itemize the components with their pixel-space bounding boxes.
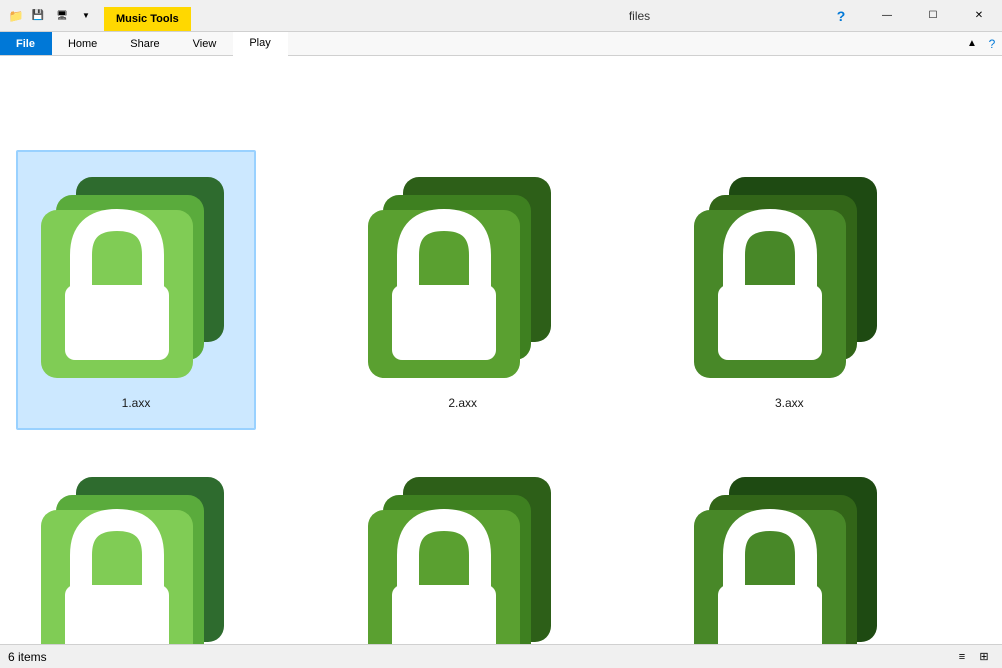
music-tools-tab[interactable]: Music Tools [104,7,191,31]
view-toggle: ≡ ⊞ [952,647,994,667]
tab-file[interactable]: File [0,32,52,55]
tab-home[interactable]: Home [52,32,114,55]
list-item[interactable]: 6.axx [669,450,909,644]
file-icon-1 [36,170,236,390]
file-icon-6 [689,470,889,644]
close-button[interactable]: ✕ [956,0,1002,31]
qat-dropdown[interactable]: ▼ [76,6,96,26]
list-item[interactable]: 5.axx [343,450,583,644]
ribbon-title-tabs: Music Tools [104,0,461,31]
tab-share[interactable]: Share [114,32,176,55]
tab-view[interactable]: View [177,32,234,55]
window-controls: ? — ☐ ✕ [818,0,1002,31]
file-icon-2 [363,170,563,390]
axx-icon-5 [368,475,558,644]
list-item[interactable]: 3.axx [669,150,909,430]
list-item[interactable]: 2.axx [343,150,583,430]
title-bar-left: 📁 💾 🖥 ▼ [0,0,104,31]
list-item[interactable]: 1.axx [16,150,256,430]
file-label-2: 2.axx [448,396,477,410]
tab-play[interactable]: Play [233,32,287,56]
axx-icon-6 [694,475,884,644]
app-icon: 📁 [8,8,24,24]
qat-properties[interactable]: 🖥 [52,6,72,26]
axx-icon-2 [368,175,558,385]
maximize-button[interactable]: ☐ [910,0,956,31]
minimize-button[interactable]: — [864,0,910,31]
item-count: 6 items [8,650,47,664]
help-button[interactable]: ? [818,0,864,31]
window-title: files [461,0,818,31]
axx-icon-1 [41,175,231,385]
grid-view-button[interactable]: ⊞ [974,647,994,667]
file-icon-5 [363,470,563,644]
tab-spacer [288,32,962,55]
axx-icon-4 [41,475,231,644]
status-bar: 6 items ≡ ⊞ [0,644,1002,668]
axx-icon-3 [694,175,884,385]
file-area: 1.axx 2.axx [0,134,1002,644]
ribbon-tabs: File Home Share View Play ▲ ? [0,32,1002,56]
ribbon: File Home Share View Play ▲ ? [0,32,1002,137]
list-view-button[interactable]: ≡ [952,647,972,667]
file-grid: 1.axx 2.axx [16,150,976,644]
ribbon-help[interactable]: ? [982,32,1002,55]
file-label-3: 3.axx [775,396,804,410]
qat-save[interactable]: 💾 [28,6,48,26]
file-label-1: 1.axx [122,396,151,410]
list-item[interactable]: 4.axx [16,450,256,644]
ribbon-content [0,56,1002,136]
title-bar: 📁 💾 🖥 ▼ Music Tools files ? — ☐ ✕ [0,0,1002,32]
ribbon-collapse[interactable]: ▲ [962,32,982,55]
file-icon-3 [689,170,889,390]
file-icon-4 [36,470,236,644]
